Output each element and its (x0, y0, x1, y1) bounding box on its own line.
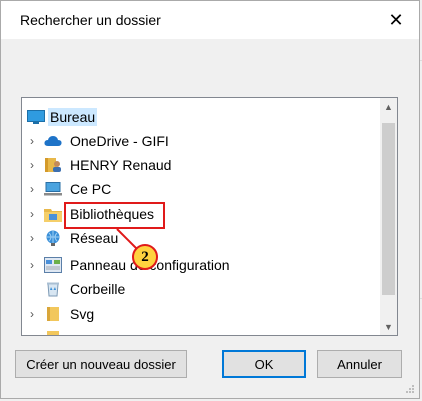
ok-button[interactable]: OK (222, 350, 306, 378)
ok-label: OK (254, 356, 274, 372)
tree-item-bureau[interactable]: Bureau (22, 105, 380, 129)
tree-item-label: Corbeille (70, 281, 126, 297)
tree-item-network[interactable]: › Réseau (22, 226, 380, 250)
folder-icon (44, 329, 62, 335)
tree-item-user[interactable]: › HENRY Renaud (22, 153, 380, 177)
library-folder-icon (44, 205, 62, 223)
tree-item-this-pc[interactable]: › Ce PC (22, 177, 380, 201)
annotation-badge: 2 (132, 244, 158, 270)
window-title: Rechercher un dossier (20, 12, 161, 28)
computer-icon (44, 180, 62, 198)
tree-item-label: OneDrive - GIFI (70, 133, 169, 149)
tree-item-svg[interactable]: › Svg (22, 302, 380, 326)
cloud-icon (44, 132, 62, 150)
tree-item-recycle-bin[interactable]: Corbeille (22, 277, 380, 301)
new-folder-label: Créer un nouveau dossier (26, 356, 176, 372)
chevron-right-icon[interactable]: › (27, 129, 37, 153)
tree-item-label: HENRY Renaud (70, 157, 172, 173)
tree-item-label: Réseau (70, 230, 119, 246)
title-bar: Rechercher un dossier ✕ (1, 1, 419, 39)
network-icon (44, 229, 62, 247)
chevron-right-icon[interactable]: › (27, 253, 37, 277)
annotation-number: 2 (141, 248, 149, 265)
tree-item-label: Ce PC (70, 181, 112, 197)
folder-browser-dialog: Rechercher un dossier ✕ Bureau › OneDriv… (0, 0, 420, 399)
desktop-icon (27, 108, 45, 126)
chevron-right-icon[interactable]: › (27, 202, 37, 226)
new-folder-button[interactable]: Créer un nouveau dossier (15, 350, 187, 378)
chevron-right-icon[interactable]: › (27, 177, 37, 201)
recycle-bin-icon (44, 280, 62, 298)
cancel-label: Annuler (337, 356, 382, 372)
close-icon: ✕ (388, 9, 404, 30)
scroll-down-icon[interactable]: ▼ (380, 318, 397, 335)
chevron-right-icon[interactable]: › (27, 226, 37, 250)
tree-item-control-panel[interactable]: › Panneau de configuration (22, 253, 380, 277)
user-folder-icon (44, 156, 62, 174)
scroll-thumb[interactable] (382, 123, 395, 295)
cancel-button[interactable]: Annuler (317, 350, 402, 378)
close-button[interactable]: ✕ (373, 1, 419, 39)
control-panel-icon (44, 256, 62, 274)
folder-icon (44, 305, 62, 323)
tree-item-label: Bureau (48, 108, 98, 126)
chevron-right-icon[interactable]: › (27, 302, 37, 326)
tree-item-onedrive[interactable]: › OneDrive - GIFI (22, 129, 380, 153)
chevron-right-icon[interactable]: › (27, 153, 37, 177)
tree-item-partial (22, 326, 380, 335)
tree-item-label: Svg (70, 306, 95, 322)
resize-grip-icon[interactable] (405, 384, 415, 394)
vertical-scrollbar[interactable]: ▲ ▼ (380, 98, 397, 335)
annotation-highlight-box (64, 202, 165, 229)
scroll-up-icon[interactable]: ▲ (380, 98, 397, 115)
